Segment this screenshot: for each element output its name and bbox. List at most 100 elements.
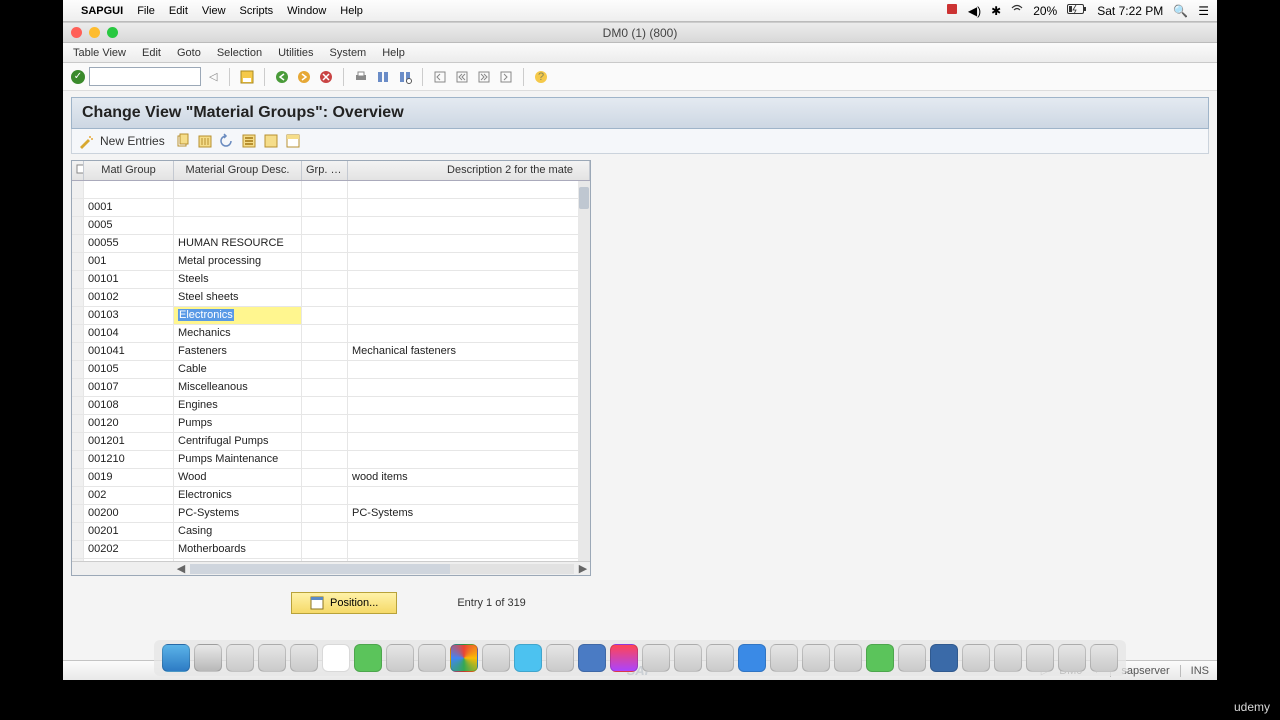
dock-itunes-icon[interactable] — [610, 644, 638, 672]
cell-matl-group[interactable]: 00103 — [84, 307, 174, 324]
table-row[interactable]: 001201Centrifugal Pumps — [72, 433, 590, 451]
cell-desc2[interactable] — [348, 361, 590, 378]
row-selector[interactable] — [72, 523, 84, 540]
dock-calendar-icon[interactable] — [322, 644, 350, 672]
cell-matl-group[interactable]: 00203 — [84, 559, 174, 561]
app-name[interactable]: SAPGUI — [81, 5, 123, 17]
dock-app-icon[interactable] — [962, 644, 990, 672]
cell-desc[interactable]: HUMAN RESOURCE — [174, 235, 302, 252]
table-row[interactable]: 00101Steels — [72, 271, 590, 289]
menu-scripts[interactable]: Scripts — [240, 5, 274, 17]
find-icon[interactable] — [374, 68, 392, 86]
cell-desc[interactable]: Metal processing — [174, 253, 302, 270]
dock-app-icon[interactable] — [1058, 644, 1086, 672]
dock-app-icon[interactable] — [546, 644, 574, 672]
cell-matl-group[interactable]: 00101 — [84, 271, 174, 288]
dock-finder-icon[interactable] — [162, 644, 190, 672]
row-selector[interactable] — [72, 325, 84, 342]
battery-icon[interactable] — [1067, 4, 1087, 18]
cell-matl-group[interactable]: 001201 — [84, 433, 174, 450]
row-selector[interactable] — [72, 343, 84, 360]
cell-grp-d[interactable] — [302, 307, 348, 324]
select-all-column[interactable] — [72, 161, 84, 180]
cell-desc2[interactable] — [348, 415, 590, 432]
next-page-icon[interactable] — [475, 68, 493, 86]
new-entries-button[interactable]: New Entries — [100, 134, 165, 148]
cell-desc2[interactable] — [348, 217, 590, 234]
help-icon[interactable]: ? — [532, 68, 550, 86]
cell-desc2[interactable] — [348, 307, 590, 324]
sap-menu-utilities[interactable]: Utilities — [278, 47, 313, 59]
cell-desc[interactable]: Miscelleanous — [174, 379, 302, 396]
cell-desc[interactable] — [174, 217, 302, 234]
cell-grp-d[interactable] — [302, 451, 348, 468]
cell-grp-d[interactable] — [302, 379, 348, 396]
cell-desc2[interactable] — [348, 397, 590, 414]
table-row[interactable]: 00103Electronics — [72, 307, 590, 325]
cell-desc[interactable]: Steels — [174, 271, 302, 288]
sap-menu-tableview[interactable]: Table View — [73, 47, 126, 59]
row-selector[interactable] — [72, 235, 84, 252]
row-selector[interactable] — [72, 541, 84, 558]
cell-desc[interactable]: Mechanics — [174, 325, 302, 342]
dock-app-icon[interactable] — [706, 644, 734, 672]
cell-matl-group[interactable]: 00104 — [84, 325, 174, 342]
volume-icon[interactable]: ◀︎) — [968, 4, 981, 18]
cell-desc2[interactable] — [348, 379, 590, 396]
cell-desc[interactable]: Engines — [174, 397, 302, 414]
table-row[interactable]: 00120Pumps — [72, 415, 590, 433]
menu-window[interactable]: Window — [287, 5, 326, 17]
menu-help[interactable]: Help — [340, 5, 363, 17]
dock-app-icon[interactable] — [802, 644, 830, 672]
table-row[interactable]: 001Metal processing — [72, 253, 590, 271]
cell-matl-group[interactable]: 00201 — [84, 523, 174, 540]
cell-desc2[interactable] — [348, 325, 590, 342]
table-row[interactable]: 00105Cable — [72, 361, 590, 379]
row-selector[interactable] — [72, 397, 84, 414]
cell-desc2[interactable]: Mechanical fasteners — [348, 343, 590, 360]
sap-menu-help[interactable]: Help — [382, 47, 405, 59]
menu-icon[interactable]: ☰ — [1198, 4, 1209, 18]
cell-desc[interactable] — [174, 199, 302, 216]
print-icon[interactable] — [352, 68, 370, 86]
undo-icon[interactable] — [219, 133, 235, 149]
cell-desc2[interactable] — [348, 199, 590, 216]
spotlight-icon[interactable]: 🔍 — [1173, 4, 1188, 18]
cell-matl-group[interactable]: 0019 — [84, 469, 174, 486]
row-selector[interactable] — [72, 469, 84, 486]
col-desc[interactable]: Material Group Desc. — [174, 161, 302, 180]
bluetooth-icon[interactable]: ✱ — [991, 4, 1001, 18]
cell-grp-d[interactable] — [302, 271, 348, 288]
cell-desc[interactable]: Electronics — [174, 307, 302, 324]
dock-app-icon[interactable] — [642, 644, 670, 672]
find-next-icon[interactable] — [396, 68, 414, 86]
cell-matl-group[interactable]: 002 — [84, 487, 174, 504]
cell-desc2[interactable] — [348, 271, 590, 288]
copy-icon[interactable] — [175, 133, 191, 149]
back-icon[interactable] — [273, 68, 291, 86]
row-selector[interactable] — [72, 253, 84, 270]
cell-grp-d[interactable] — [302, 217, 348, 234]
cell-matl-group[interactable]: 00108 — [84, 397, 174, 414]
last-page-icon[interactable] — [497, 68, 515, 86]
cell-desc2[interactable] — [348, 559, 590, 561]
menu-edit[interactable]: Edit — [169, 5, 188, 17]
cell-desc[interactable]: Cable — [174, 361, 302, 378]
clock[interactable]: Sat 7:22 PM — [1097, 4, 1163, 18]
cell-desc2[interactable] — [348, 181, 590, 198]
table-row[interactable]: 0001 — [72, 199, 590, 217]
cell-grp-d[interactable] — [302, 523, 348, 540]
dock-app-icon[interactable] — [866, 644, 894, 672]
cell-desc[interactable]: Wood — [174, 469, 302, 486]
dock-app-icon[interactable] — [834, 644, 862, 672]
dock-appstore-icon[interactable] — [738, 644, 766, 672]
cell-desc2[interactable] — [348, 253, 590, 270]
table-row[interactable]: 00201Casing — [72, 523, 590, 541]
enter-icon[interactable]: ✓ — [71, 70, 85, 84]
table-row[interactable]: 00202Motherboards — [72, 541, 590, 559]
cell-grp-d[interactable] — [302, 541, 348, 558]
table-row[interactable] — [72, 181, 590, 199]
dock-chrome-icon[interactable] — [450, 644, 478, 672]
cell-desc2[interactable]: PC-Systems — [348, 505, 590, 522]
row-selector[interactable] — [72, 217, 84, 234]
